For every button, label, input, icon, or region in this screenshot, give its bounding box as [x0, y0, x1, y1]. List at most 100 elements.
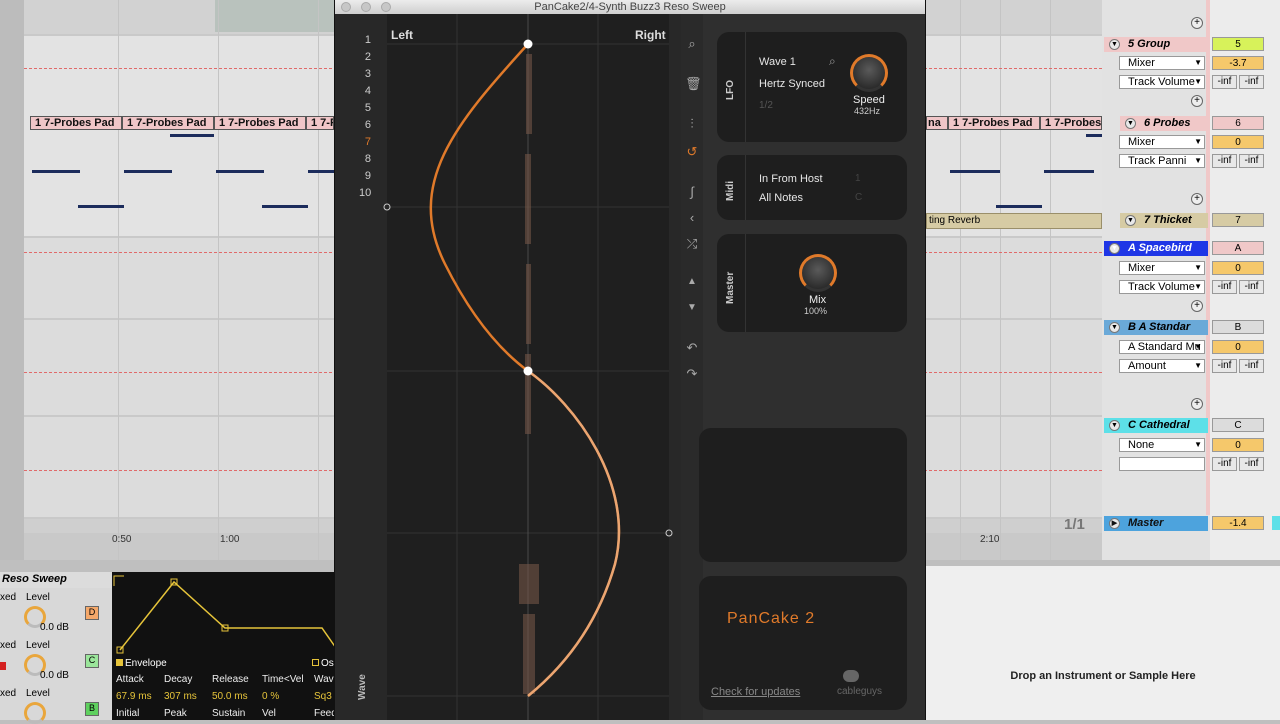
device-chooser[interactable]: Mixer	[1119, 261, 1205, 275]
add-icon[interactable]: +	[1191, 300, 1203, 312]
osc-tag-b[interactable]: B	[85, 702, 99, 716]
fold-icon[interactable]: ▼	[1109, 322, 1120, 333]
device-chooser[interactable]: Mixer	[1119, 56, 1205, 70]
speed-knob[interactable]	[850, 54, 888, 92]
parameter-chooser[interactable]: Amount	[1119, 359, 1205, 373]
track-header-c-cathedral[interactable]: ▼ C Cathedral	[1104, 418, 1208, 433]
zoom-window-icon[interactable]	[381, 2, 391, 12]
node-icon[interactable]: ⫶	[685, 116, 699, 132]
lfo-panel: LFO Wave 1 ⌕ Hertz Synced 1/2 Speed 432H…	[717, 32, 907, 142]
parameter-chooser[interactable]: Track Volume	[1119, 75, 1205, 89]
fold-icon[interactable]: ▶	[1109, 518, 1120, 529]
device-chooser[interactable]: None	[1119, 438, 1205, 452]
undo-icon[interactable]: ↶	[685, 340, 699, 356]
midi-note[interactable]: C	[855, 192, 862, 203]
shuffle-icon[interactable]: ⤮	[685, 236, 699, 252]
lfo-wave[interactable]: Wave 1	[759, 56, 796, 68]
osc-tag-c[interactable]: C	[85, 654, 99, 668]
track-letter-c[interactable]: C	[1212, 418, 1264, 432]
smooth-icon[interactable]: ∫	[685, 184, 699, 199]
midi-channel[interactable]: 1	[855, 173, 861, 184]
midi-clip[interactable]: 1 7-Probes Pad	[122, 116, 214, 130]
add-icon[interactable]: +	[1191, 398, 1203, 410]
mix-knob[interactable]	[799, 254, 837, 292]
meter-right: -inf	[1239, 280, 1264, 294]
osc-tab[interactable]: Os	[312, 658, 334, 669]
fold-icon[interactable]: ▼	[1125, 215, 1136, 226]
lfo-mode[interactable]: Hertz Synced	[759, 78, 825, 90]
device-chooser[interactable]: A Standard Mu	[1119, 340, 1205, 354]
decay-value[interactable]: 307 ms	[164, 691, 197, 702]
minimize-window-icon[interactable]	[361, 2, 371, 12]
level-knob[interactable]	[24, 702, 46, 724]
envelope-graph[interactable]	[112, 572, 336, 672]
master-volume[interactable]: -1.4	[1212, 516, 1264, 530]
chevron-left-icon[interactable]: ‹	[685, 210, 699, 225]
fold-icon[interactable]: ▼	[1109, 243, 1120, 254]
drop-zone[interactable]: Drop an Instrument or Sample Here	[926, 566, 1280, 720]
lfo-ratio[interactable]: 1/2	[759, 100, 773, 111]
track-header-6-probes[interactable]: ▼ 6 Probes	[1120, 116, 1208, 131]
pancake-plugin-window[interactable]: PanCake2/4-Synth Buzz3 Reso Sweep Left R…	[334, 0, 926, 720]
window-titlebar[interactable]: PanCake2/4-Synth Buzz3 Reso Sweep	[335, 0, 925, 14]
midi-clip[interactable]: 1 7-Probes Pad	[1040, 116, 1102, 130]
check-updates-link[interactable]: Check for updates	[711, 686, 800, 698]
time-vel-value[interactable]: 0 %	[262, 691, 279, 702]
midi-clip[interactable]: 1 7-Probes Pad	[30, 116, 122, 130]
parameter-chooser[interactable]: Track Panni	[1119, 154, 1205, 168]
track-letter-a[interactable]: A	[1212, 241, 1264, 255]
release-value[interactable]: 50.0 ms	[212, 691, 248, 702]
audio-clip-reverb[interactable]: ting Reverb	[926, 213, 1102, 229]
midi-clip[interactable]: 1 7-Pr	[306, 116, 334, 130]
midi-source[interactable]: In From Host	[759, 173, 823, 185]
parameter-chooser[interactable]: Track Volume	[1119, 280, 1205, 294]
automation-value[interactable]: 0	[1212, 438, 1264, 452]
fold-icon[interactable]: ▼	[1109, 39, 1120, 50]
page-indicator: 1/1	[1064, 516, 1085, 533]
midi-clip[interactable]: na	[926, 116, 948, 130]
automation-value[interactable]: 0	[1212, 261, 1264, 275]
add-icon[interactable]: +	[1191, 95, 1203, 107]
envelope-editor[interactable]: Envelope Os Attack Decay Release Time<Ve…	[112, 572, 337, 720]
envelope-tab[interactable]: Envelope	[116, 658, 167, 669]
parameter-chooser-empty[interactable]	[1119, 457, 1205, 471]
curve-point[interactable]	[523, 366, 533, 376]
automation-value[interactable]: 0	[1212, 135, 1264, 149]
device-chooser[interactable]: Mixer	[1119, 135, 1205, 149]
track-number-7[interactable]: 7	[1212, 213, 1264, 227]
fold-icon[interactable]: ▼	[1125, 118, 1136, 129]
automation-value[interactable]: -3.7	[1212, 56, 1264, 70]
move-down-icon[interactable]: ▼	[685, 302, 699, 313]
osc-label: xed	[0, 688, 17, 699]
automation-value[interactable]: 0	[1212, 340, 1264, 354]
move-up-icon[interactable]: ▲	[685, 276, 699, 287]
midi-notes[interactable]: All Notes	[759, 192, 803, 204]
track-header-7-thicket[interactable]: ▼ 7 Thicket	[1120, 213, 1208, 228]
midi-panel: Midi In From Host All Notes 1 C	[717, 155, 907, 220]
search-icon[interactable]: ⌕	[685, 36, 699, 52]
track-letter-b[interactable]: B	[1212, 320, 1264, 334]
track-header-b-standard[interactable]: ▼ B A Standar	[1104, 320, 1208, 335]
pan-curve[interactable]	[335, 14, 681, 720]
midi-clip[interactable]: 1 7-Probes Pad	[214, 116, 306, 130]
add-icon[interactable]: +	[1191, 193, 1203, 205]
close-window-icon[interactable]	[341, 2, 351, 12]
track-header-master[interactable]: ▶ Master	[1104, 516, 1208, 531]
curve-point[interactable]	[523, 39, 533, 49]
track-number-5[interactable]: 5	[1212, 37, 1264, 51]
track-number-6[interactable]: 6	[1212, 116, 1264, 130]
midi-clip[interactable]: 1 7-Probes Pad	[948, 116, 1040, 130]
track-header-5-group[interactable]: ▼ 5 Group	[1104, 37, 1208, 52]
osc-tag-d[interactable]: D	[85, 606, 99, 620]
redo-icon[interactable]: ↷	[685, 366, 699, 382]
speed-value: 432Hz	[854, 106, 881, 116]
curve-editor[interactable]: Left Right 1 2 3 4 5 6 7 8 9 10 Wave	[335, 14, 681, 720]
add-icon[interactable]: +	[1191, 17, 1203, 29]
attack-value[interactable]: 67.9 ms	[116, 691, 152, 702]
wave-value[interactable]: Sq3	[314, 691, 332, 702]
track-header-a-spacebird[interactable]: ▼ A Spacebird	[1104, 241, 1208, 256]
trash-icon[interactable]: 🗑	[685, 76, 702, 92]
wave-search-icon[interactable]: ⌕	[829, 54, 836, 69]
curve-tool-icon[interactable]: ↺	[685, 144, 699, 160]
fold-icon[interactable]: ▼	[1109, 420, 1120, 431]
